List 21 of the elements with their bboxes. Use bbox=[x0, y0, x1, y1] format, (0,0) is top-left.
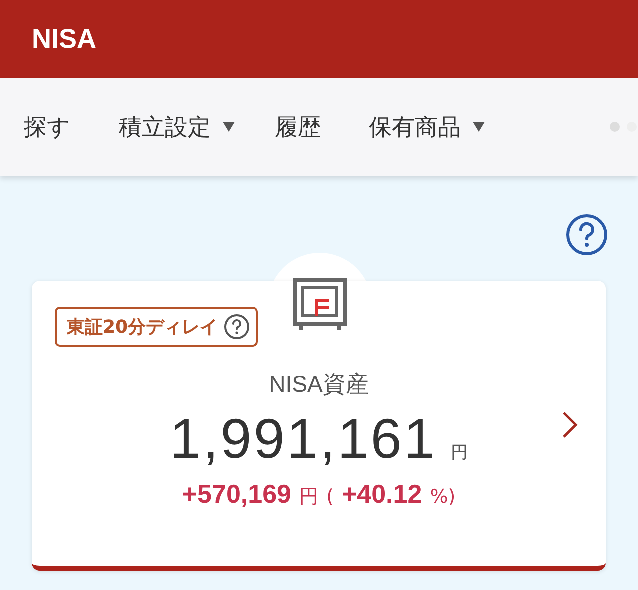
percent-sign: %) bbox=[430, 486, 456, 508]
asset-label: NISA資産 bbox=[269, 370, 369, 399]
delay-badge[interactable]: 東証20分ディレイ bbox=[55, 307, 258, 347]
asset-card[interactable]: 東証20分ディレイ NISA資産 1,991,161 円 +570,169 円 ( +40.12 %) bbox=[32, 281, 606, 571]
help-icon[interactable] bbox=[566, 214, 608, 256]
nav-tab[interactable]: 積立設定 bbox=[119, 112, 235, 142]
gain-amount: +570,169 bbox=[182, 479, 292, 510]
nav-tab[interactable]: 履歴 bbox=[275, 112, 321, 142]
caret-icon bbox=[223, 122, 235, 132]
page-title: NISA bbox=[32, 24, 97, 54]
currency-unit: 円 bbox=[300, 485, 319, 510]
open-paren: ( bbox=[326, 486, 334, 508]
nav-tab[interactable]: 探す bbox=[24, 112, 71, 142]
nav-tab[interactable]: 保有商品 bbox=[369, 112, 485, 142]
help-icon bbox=[224, 314, 250, 340]
safe-icon bbox=[293, 278, 347, 332]
asset-amount: 1,991,161 bbox=[170, 406, 438, 471]
gain-percent: +40.12 bbox=[342, 479, 422, 510]
chevron-right-icon bbox=[562, 411, 578, 439]
currency-unit: 円 bbox=[451, 442, 468, 464]
caret-icon bbox=[473, 122, 485, 132]
